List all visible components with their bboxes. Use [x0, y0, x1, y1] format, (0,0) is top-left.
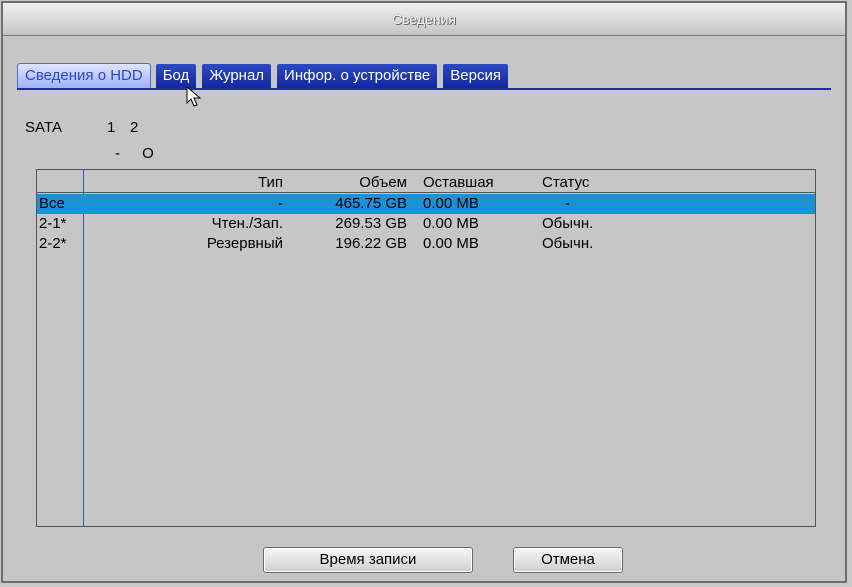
sata-ports: SATA 1 2	[25, 119, 138, 136]
tab-version[interactable]: Версия	[442, 63, 509, 88]
tab-hdd-info[interactable]: Сведения о HDD	[17, 63, 151, 88]
row-type: -	[278, 195, 283, 212]
tab-device-info[interactable]: Инфор. о устройстве	[276, 63, 439, 88]
row-status: Обычн.	[542, 215, 594, 232]
sata-port-1: 1	[107, 119, 116, 136]
table-header: Тип Объем Оставшая Статус	[37, 173, 815, 193]
table-row[interactable]: 2-2* Резервный 196.22 GB 0.00 MB Обычн.	[37, 234, 815, 254]
sata-status: - O	[115, 145, 154, 162]
mouse-pointer-icon	[186, 86, 202, 107]
row-status: Обычн.	[542, 235, 594, 252]
header-volume: Объем	[359, 174, 407, 191]
row-name: 2-2*	[39, 235, 67, 252]
record-time-button[interactable]: Время записи	[263, 547, 473, 573]
header-status: Статус	[542, 174, 590, 191]
header-remaining: Оставшая	[423, 174, 494, 191]
tab-underline	[17, 88, 831, 90]
header-type: Тип	[257, 174, 283, 191]
tab-log[interactable]: Журнал	[201, 63, 273, 88]
row-volume: 196.22 GB	[335, 235, 407, 252]
row-volume: 269.53 GB	[335, 215, 407, 232]
info-dialog: Сведения Сведения о HDD Бод Журнал Инфор…	[1, 1, 847, 583]
row-name: Все	[39, 195, 65, 212]
row-remaining: 0.00 MB	[423, 195, 479, 212]
sata-status-2: O	[142, 145, 154, 162]
dialog-title: Сведения	[3, 3, 845, 36]
tab-baud[interactable]: Бод	[154, 63, 198, 88]
cancel-button[interactable]: Отмена	[513, 547, 623, 573]
sata-status-1: -	[115, 145, 120, 162]
table-row[interactable]: 2-1* Чтен./Зап. 269.53 GB 0.00 MB Обычн.	[37, 214, 815, 234]
tab-bar: Сведения о HDD Бод Журнал Инфор. о устро…	[17, 63, 509, 89]
row-type: Чтен./Зап.	[211, 215, 283, 232]
row-name: 2-1*	[39, 215, 67, 232]
row-volume: 465.75 GB	[335, 195, 407, 212]
sata-label: SATA	[25, 119, 62, 136]
row-remaining: 0.00 MB	[423, 235, 479, 252]
header-divider	[37, 192, 815, 193]
sata-port-2: 2	[130, 119, 139, 136]
row-type: Резервный	[206, 235, 283, 252]
row-status: -	[565, 195, 570, 212]
row-remaining: 0.00 MB	[423, 215, 479, 232]
table-row[interactable]: Все - 465.75 GB 0.00 MB -	[37, 194, 815, 214]
hdd-table: Тип Объем Оставшая Статус Все - 465.75 G…	[36, 169, 816, 527]
